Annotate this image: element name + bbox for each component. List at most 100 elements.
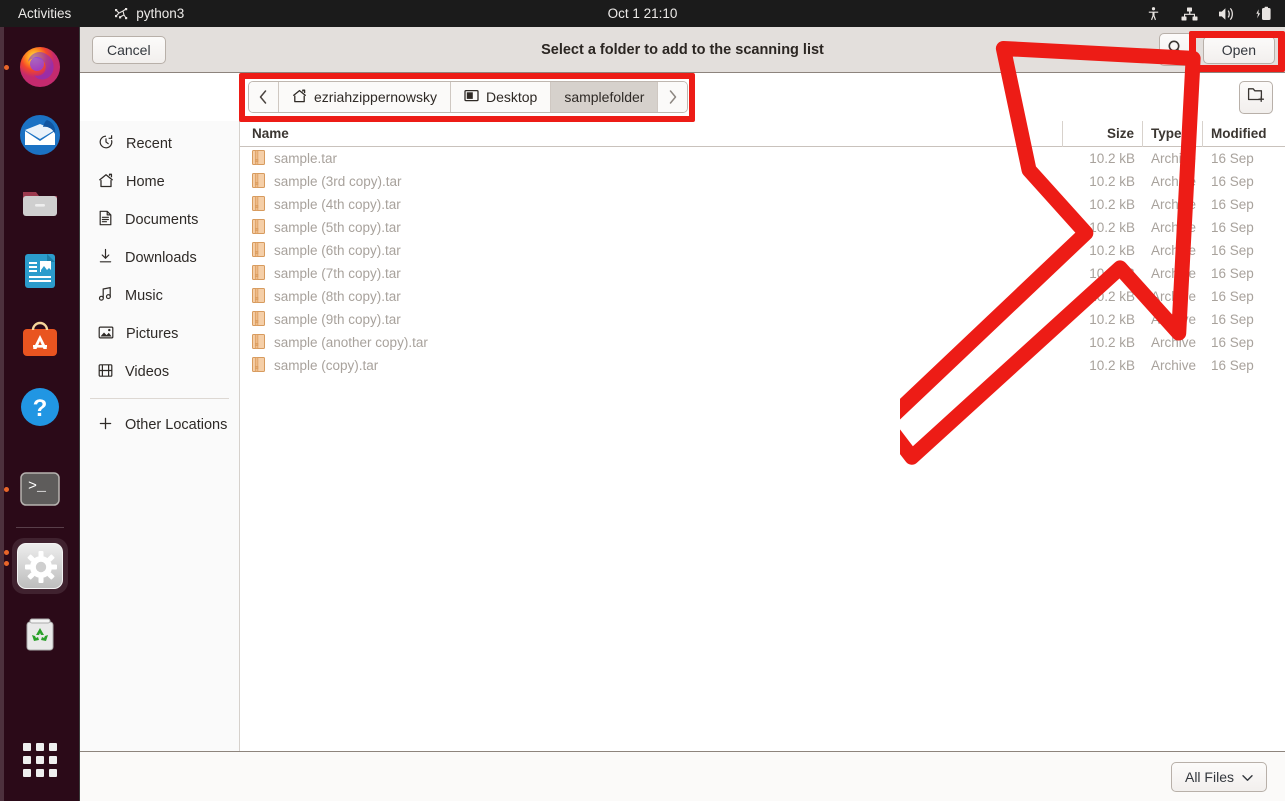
sidebar-item-recent[interactable]: Recent — [80, 125, 239, 163]
file-row[interactable]: sample (9th copy).tar 10.2 kB Archive 16 Se… — [240, 308, 1285, 331]
column-header-modified[interactable]: Modified — [1203, 121, 1285, 147]
file-name: sample (7th copy).tar — [274, 266, 401, 281]
dock-item-terminal[interactable]: >_ — [0, 455, 80, 523]
file-row[interactable]: sample (copy).tar 10.2 kB Archive 16 Sep — [240, 354, 1285, 377]
sidebar-item-label: Pictures — [126, 326, 179, 342]
new-folder-button[interactable] — [1239, 80, 1273, 114]
file-size-cell: 10.2 kB — [1089, 289, 1135, 304]
ubuntu-software-icon — [17, 316, 63, 362]
accessibility-icon[interactable] — [1146, 6, 1161, 22]
file-size-cell: 10.2 kB — [1089, 358, 1135, 373]
file-row[interactable]: sample (3rd copy).tar 10.2 kB Archive 16 Se… — [240, 170, 1285, 193]
path-forward-button[interactable] — [658, 82, 688, 112]
column-header-name[interactable]: Name — [240, 120, 1063, 147]
running-indicator-terminal — [4, 486, 9, 492]
download-icon — [98, 248, 113, 268]
path-bar-row: ezriahzippernowsky Desktop samplefolder — [80, 73, 1285, 121]
activities-button[interactable]: Activities — [18, 6, 71, 21]
file-size-cell: 10.2 kB — [1089, 220, 1135, 235]
network-icon[interactable] — [1181, 6, 1198, 22]
clock[interactable]: Oct 1 21:10 — [0, 6, 1285, 21]
volume-icon[interactable] — [1218, 6, 1235, 22]
battery-icon[interactable] — [1255, 6, 1273, 22]
dock-item-files[interactable] — [0, 169, 80, 237]
dock-item-settings[interactable] — [0, 532, 80, 600]
column-header-type[interactable]: Type — [1143, 120, 1203, 147]
column-header-size[interactable]: Size — [1063, 120, 1143, 147]
files-icon — [17, 180, 63, 226]
chevron-left-icon — [259, 90, 267, 104]
archive-icon — [252, 287, 265, 306]
file-name-cell: sample (6th copy).tar — [240, 241, 1063, 260]
ubuntu-dock: ? >_ — [0, 27, 80, 801]
file-name-cell: sample.tar — [240, 149, 1063, 168]
path-back-button[interactable] — [249, 82, 279, 112]
dialog-body: Recent Home Documents Downloads Music Pi… — [80, 120, 1285, 751]
active-app-indicator[interactable]: python3 — [113, 6, 184, 22]
sidebar-item-documents[interactable]: Documents — [80, 201, 239, 239]
file-modified-cell: 16 Sep — [1211, 312, 1254, 327]
running-indicator-settings-2 — [4, 561, 9, 566]
running-indicator-firefox — [4, 64, 9, 70]
breadcrumb-item-home[interactable]: ezriahzippernowsky — [279, 82, 451, 112]
file-size-cell: 10.2 kB — [1089, 312, 1135, 327]
archive-icon — [252, 310, 265, 326]
breadcrumb-item-current[interactable]: samplefolder — [551, 82, 659, 112]
file-filter-dropdown[interactable]: All Files — [1170, 761, 1267, 792]
dock-item-thunderbird[interactable] — [0, 101, 80, 169]
dock-item-libreoffice-writer[interactable] — [0, 237, 80, 305]
open-button[interactable]: Open — [1202, 35, 1275, 64]
archive-icon — [252, 333, 265, 349]
file-name-cell: sample (3rd copy).tar — [240, 172, 1063, 191]
breadcrumb-item-desktop[interactable]: Desktop — [450, 82, 552, 112]
archive-icon — [252, 218, 265, 237]
file-row[interactable]: sample.tar 10.2 kB Archive 16 Sep — [240, 147, 1285, 170]
sidebar-item-other-locations[interactable]: Other Locations — [80, 406, 239, 444]
file-modified-cell: 16 Sep — [1211, 335, 1254, 350]
file-row[interactable]: sample (8th copy).tar 10.2 kB Archive 16 Se… — [240, 285, 1285, 308]
breadcrumb-label: samplefolder — [564, 89, 645, 105]
image-icon — [98, 325, 114, 344]
file-modified-cell: 16 Sep — [1211, 197, 1254, 212]
sidebar-item-home[interactable]: Home — [80, 163, 239, 201]
file-name: sample (another copy).tar — [274, 335, 428, 350]
home-icon — [292, 89, 307, 106]
file-type-cell: Archive — [1151, 289, 1197, 304]
file-row[interactable]: sample (5th copy).tar 10.2 kB Archive 16 Se… — [240, 216, 1285, 239]
file-modified-cell: 16 Sep — [1211, 220, 1254, 235]
file-row[interactable]: sample (another copy).tar 10.2 kB Archive 1… — [240, 331, 1285, 354]
show-applications-button[interactable] — [0, 729, 80, 791]
file-row[interactable]: sample (7th copy).tar 10.2 kB Archive 16 Se… — [240, 262, 1285, 285]
dock-item-trash[interactable] — [0, 600, 80, 668]
music-note-icon — [98, 286, 113, 306]
sidebar-item-downloads[interactable]: Downloads — [80, 239, 239, 277]
file-row[interactable]: sample (6th copy).tar 10.2 kB Archive 16 Se… — [240, 239, 1285, 262]
file-row[interactable]: sample (4th copy).tar 10.2 kB Archive 16 Se… — [240, 193, 1285, 216]
new-folder-icon — [1247, 86, 1266, 108]
svg-text:>_: >_ — [28, 478, 47, 495]
file-size-cell: 10.2 kB — [1089, 266, 1135, 281]
sidebar-item-videos[interactable]: Videos — [80, 353, 239, 391]
dock-item-firefox[interactable] — [0, 33, 80, 101]
trash-icon — [17, 611, 63, 657]
file-name: sample (3rd copy).tar — [274, 174, 402, 189]
cancel-button[interactable]: Cancel — [92, 35, 166, 64]
dock-item-help[interactable]: ? — [0, 373, 80, 441]
system-tray[interactable] — [1146, 6, 1273, 22]
clock-icon — [98, 134, 114, 154]
sidebar-item-pictures[interactable]: Pictures — [80, 315, 239, 353]
dock-item-ubuntu-software[interactable] — [0, 305, 80, 373]
archive-icon — [252, 172, 265, 191]
search-button[interactable] — [1158, 33, 1193, 66]
dialog-footer: All Files — [80, 751, 1285, 801]
sidebar-item-label: Documents — [125, 212, 199, 228]
chevron-down-icon — [1242, 769, 1253, 785]
breadcrumb[interactable]: ezriahzippernowsky Desktop samplefolder — [248, 81, 689, 113]
sidebar-item-label: Videos — [125, 364, 170, 380]
file-name-cell: sample (4th copy).tar — [240, 195, 1063, 214]
sidebar-item-music[interactable]: Music — [80, 277, 239, 315]
archive-icon — [252, 356, 265, 375]
file-modified-cell: 16 Sep — [1211, 174, 1254, 189]
sidebar-item-label: Recent — [126, 136, 172, 152]
sidebar-item-label: Downloads — [125, 250, 197, 266]
